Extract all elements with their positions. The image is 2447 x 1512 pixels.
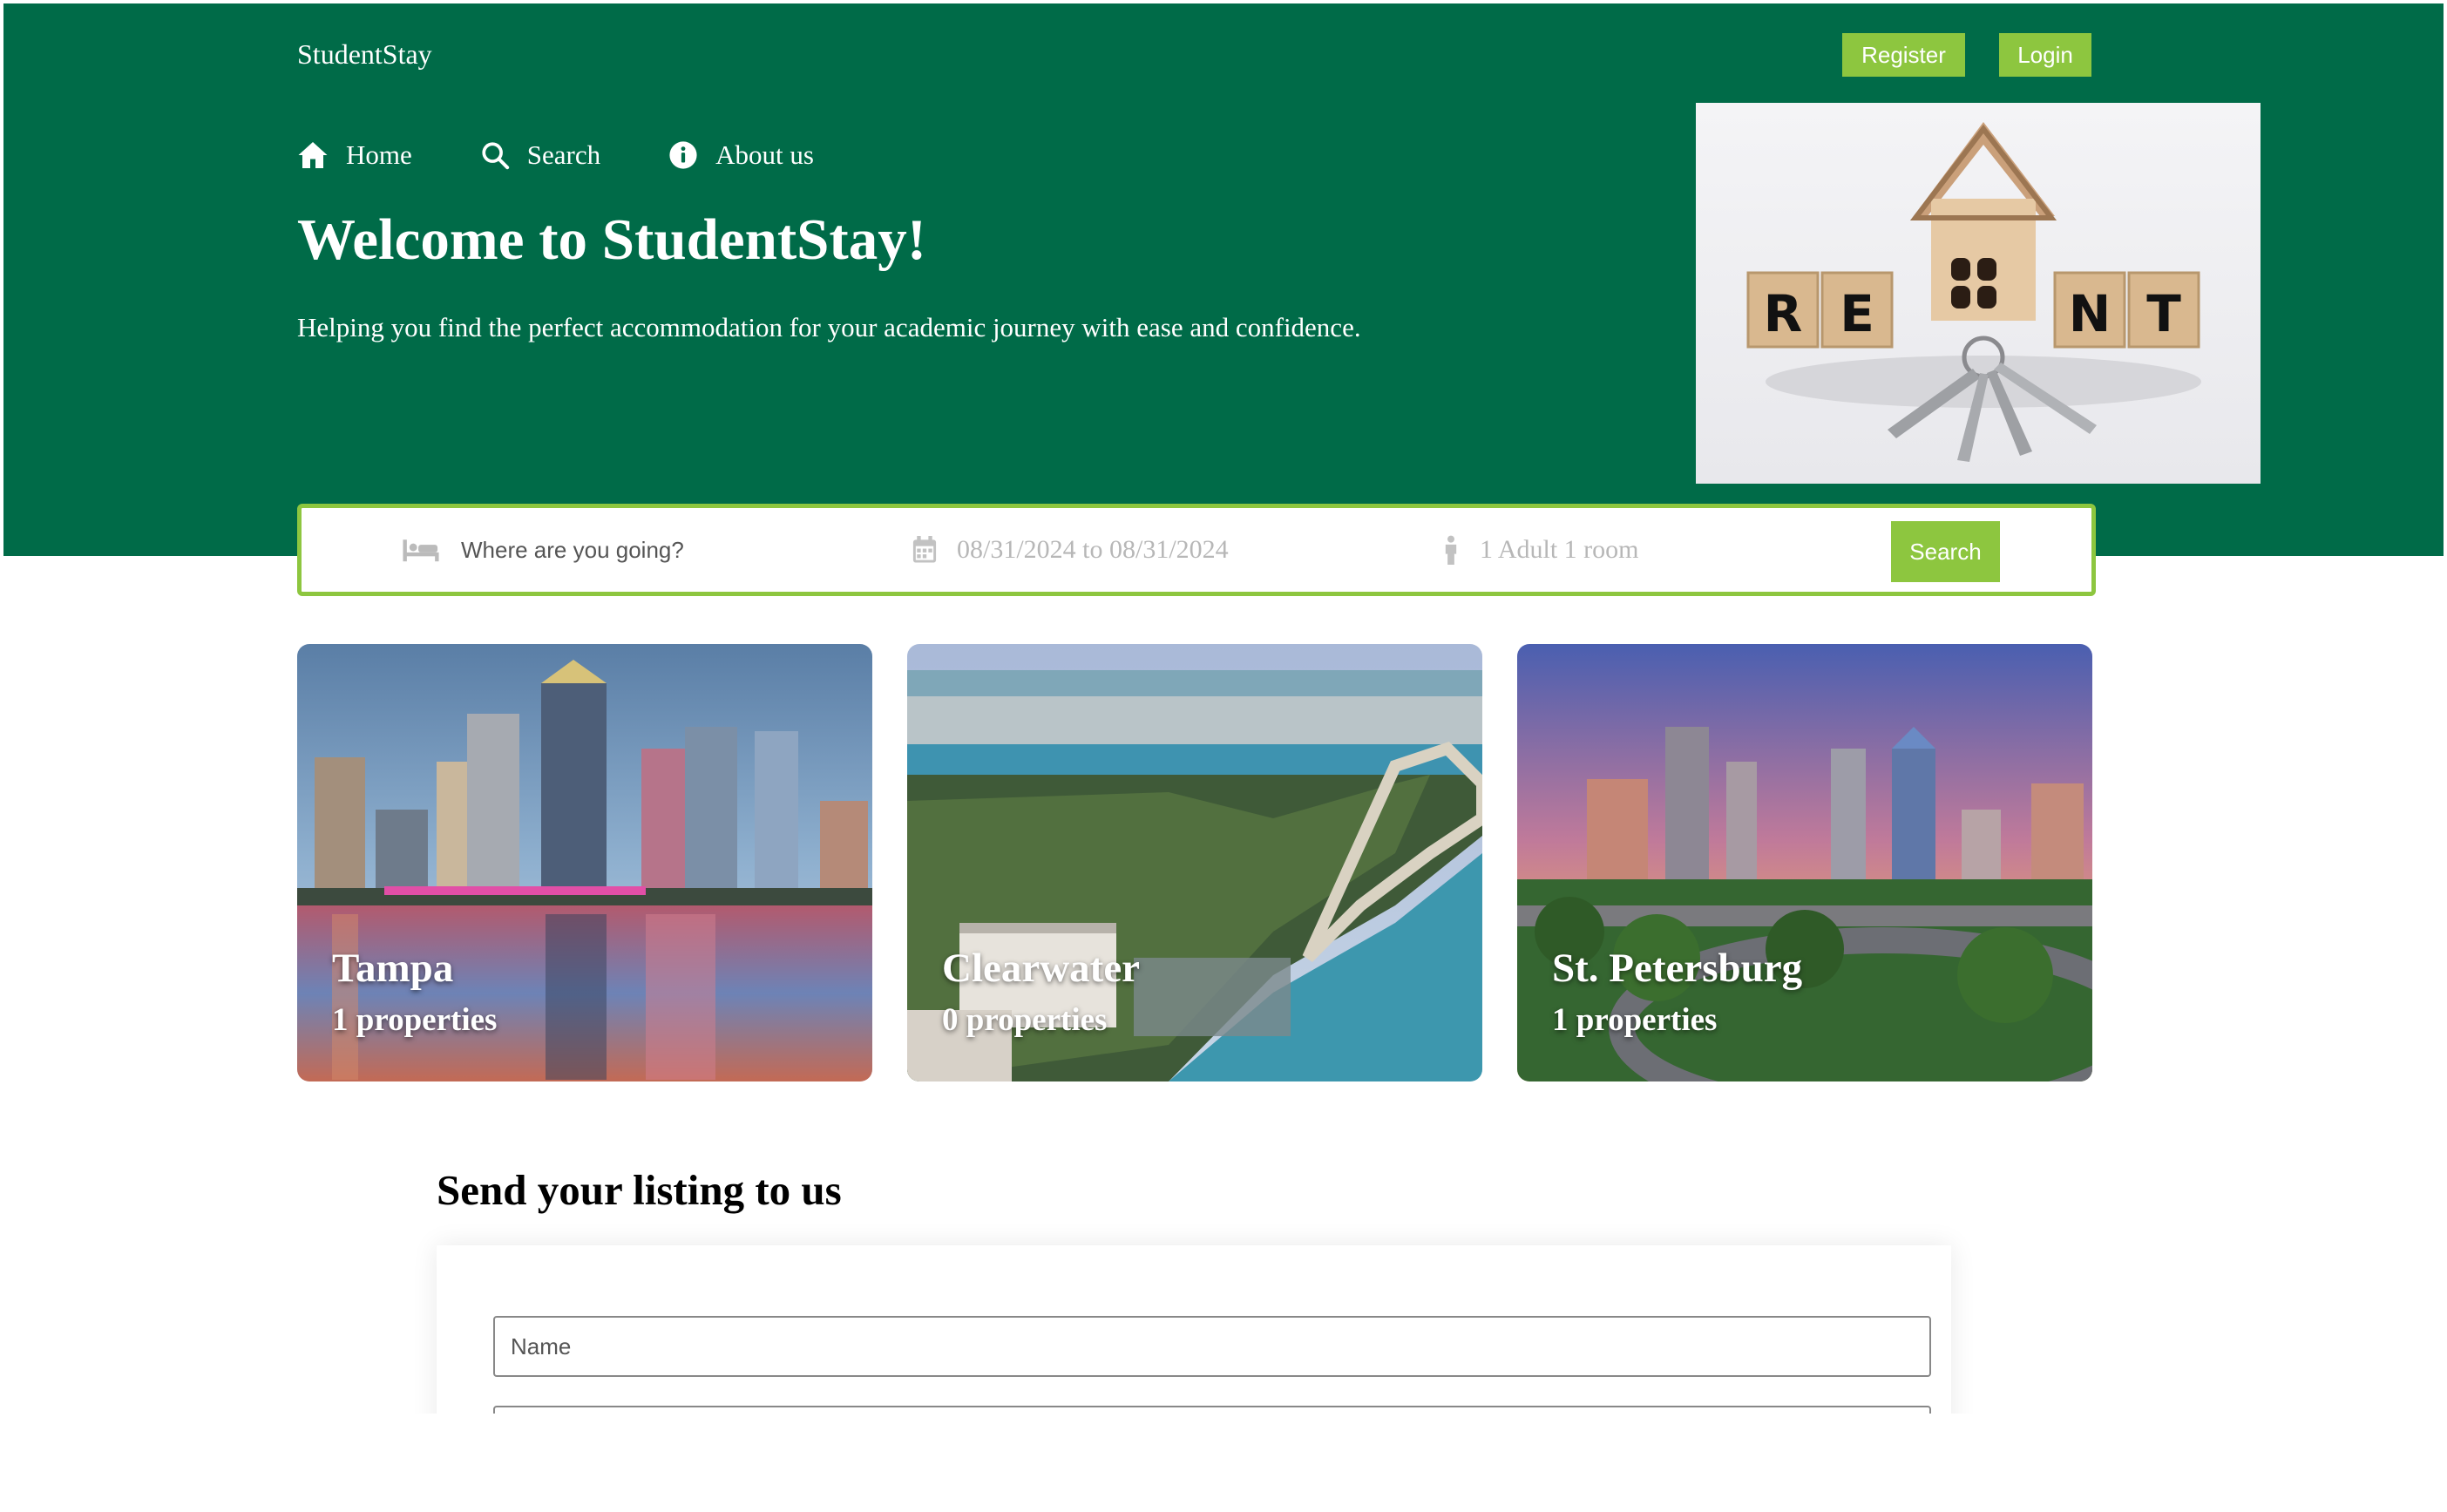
main-nav: Home Search About us (297, 139, 882, 171)
block-letter: N (2069, 284, 2111, 343)
city-property-count: 0 properties (942, 1002, 1108, 1038)
hero-subtitle: Helping you find the perfect accommodati… (297, 312, 1361, 342)
city-name: Tampa (332, 946, 454, 991)
listing-section-title: Send your listing to us (437, 1166, 842, 1214)
city-property-count: 1 properties (1552, 1002, 1718, 1038)
home-icon (298, 142, 328, 168)
nav-home-label: Home (346, 139, 412, 170)
city-card-tampa[interactable]: Tampa 1 properties (297, 644, 872, 1081)
rent-image: R E N T (1696, 103, 2261, 484)
bed-icon (403, 539, 439, 562)
city-card-st-petersburg[interactable]: St. Petersburg 1 properties (1517, 644, 2092, 1081)
block-letter: T (2146, 284, 2181, 343)
city-caption: Clearwater 0 properties (942, 942, 1140, 1047)
search-bar: 08/31/2024 to 08/31/2024 1 Adult 1 room … (297, 504, 2096, 596)
city-property-count: 1 properties (332, 1002, 498, 1038)
nav-about[interactable]: About us (668, 139, 814, 171)
destination-field[interactable] (402, 508, 846, 592)
date-range-value: 08/31/2024 to 08/31/2024 (957, 535, 1229, 564)
date-field[interactable]: 08/31/2024 to 08/31/2024 (912, 508, 1229, 592)
brand-logo[interactable]: StudentStay (297, 38, 432, 71)
calendar-icon (912, 536, 937, 563)
guests-value: 1 Adult 1 room (1480, 535, 1639, 564)
city-name: St. Petersburg (1552, 946, 1803, 991)
nav-home[interactable]: Home (297, 139, 412, 171)
page-title: Welcome to StudentStay! (297, 207, 927, 272)
block-letter: R (1764, 284, 1803, 343)
destination-input[interactable] (459, 535, 846, 565)
person-icon (1445, 535, 1457, 565)
city-caption: St. Petersburg 1 properties (1552, 942, 1802, 1047)
city-name: Clearwater (942, 946, 1141, 991)
register-button[interactable]: Register (1842, 33, 1965, 77)
page-bottom-fill (0, 1414, 2447, 1512)
search-button[interactable]: Search (1891, 521, 2000, 582)
nav-about-label: About us (715, 139, 814, 170)
search-icon (482, 142, 509, 170)
login-button[interactable]: Login (1999, 33, 2091, 77)
guests-field[interactable]: 1 Adult 1 room (1441, 508, 1639, 592)
nav-search[interactable]: Search (480, 139, 600, 171)
city-caption: Tampa 1 properties (332, 942, 497, 1047)
nav-search-label: Search (526, 139, 601, 170)
city-card-clearwater[interactable]: Clearwater 0 properties (907, 644, 1482, 1081)
info-icon (669, 141, 697, 169)
block-letter: E (1840, 284, 1874, 343)
name-field[interactable] (493, 1316, 1931, 1377)
